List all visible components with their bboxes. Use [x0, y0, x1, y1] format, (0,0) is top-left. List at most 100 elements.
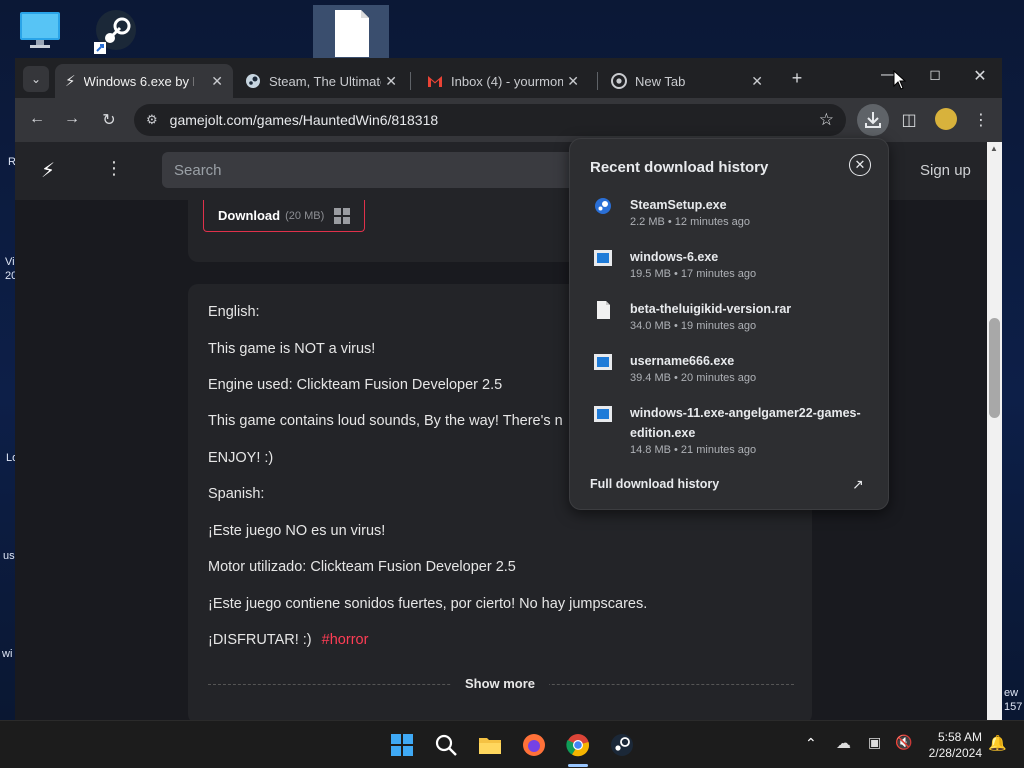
- download-size: (20 MB): [285, 209, 325, 222]
- signup-link[interactable]: Sign up: [920, 162, 971, 179]
- desktop-edge-text: 157: [1004, 701, 1023, 713]
- steam-icon[interactable]: [610, 733, 634, 757]
- steam-icon: [595, 198, 611, 214]
- download-icon: [865, 112, 881, 128]
- mouse-cursor-icon: [893, 70, 907, 90]
- close-popup-button[interactable]: ✕: [849, 154, 871, 176]
- tab-divider: [410, 72, 411, 90]
- network-icon[interactable]: ▣: [868, 734, 881, 751]
- close-icon[interactable]: ✕: [211, 73, 223, 90]
- download-filename: SteamSetup.exe: [630, 198, 727, 212]
- windows-icon: [334, 207, 351, 224]
- file-shortcut-icon[interactable]: [313, 5, 389, 59]
- firefox-icon[interactable]: [522, 733, 546, 757]
- url-text: gamejolt.com/games/HauntedWin6/818318: [169, 112, 439, 128]
- download-meta: 39.4 MB • 20 minutes ago: [630, 372, 757, 384]
- gmail-icon: [428, 76, 442, 87]
- tab-divider: [597, 72, 598, 90]
- tab-search-button[interactable]: ⌄: [23, 66, 49, 92]
- close-window-button[interactable]: ✕: [970, 66, 990, 86]
- avatar[interactable]: [935, 108, 957, 130]
- notification-bell-icon[interactable]: 🔔: [988, 734, 1007, 752]
- tab-label: Windows 6.exe by Le: [83, 73, 194, 89]
- download-filename: windows-11.exe-angelgamer22-games-editio…: [630, 406, 861, 440]
- onedrive-icon[interactable]: ☁: [836, 734, 851, 752]
- steam-shortcut-icon[interactable]: [92, 8, 140, 61]
- description-line: ¡Este juego contiene sonidos fuertes, po…: [208, 596, 648, 612]
- download-label: Download: [218, 208, 281, 223]
- downloads-button[interactable]: [857, 104, 889, 136]
- exe-window-icon: [594, 250, 612, 266]
- more-menu-icon[interactable]: ⋮: [105, 158, 123, 179]
- download-filename: username666.exe: [630, 354, 735, 368]
- menu-icon[interactable]: ⋮: [971, 110, 991, 130]
- taskbar: ⌃ ☁ ▣ 🔇 5:58 AM 2/28/2024 🔔: [0, 720, 1024, 768]
- chrome-icon: [611, 73, 627, 89]
- site-info-icon[interactable]: ⚙: [146, 112, 158, 128]
- this-pc-icon[interactable]: [18, 10, 62, 55]
- tab-label: New Tab: [635, 73, 686, 89]
- tab-steam[interactable]: Steam, The Ultimate ✕: [237, 64, 407, 98]
- chrome-icon[interactable]: [566, 733, 590, 757]
- steam-icon: [246, 74, 260, 88]
- close-icon[interactable]: ✕: [751, 73, 763, 90]
- show-more-label: Show more: [450, 676, 550, 691]
- download-item[interactable]: windows-11.exe-angelgamer22-games-editio…: [570, 403, 890, 463]
- description-line: Motor utilizado: Clickteam Fusion Develo…: [208, 559, 516, 575]
- description-text: ¡DISFRUTAR! :): [208, 632, 312, 648]
- download-filename: beta-theluigikid-version.rar: [630, 302, 792, 316]
- tab-label: Inbox (4) - yourmom: [451, 73, 563, 89]
- open-external-icon[interactable]: ↗: [852, 476, 864, 493]
- full-download-history-link[interactable]: Full download history: [590, 477, 719, 491]
- show-hidden-icons-icon[interactable]: ⌃: [805, 735, 817, 752]
- download-item[interactable]: windows-6.exe 19.5 MB • 17 minutes ago: [570, 247, 890, 287]
- download-item[interactable]: beta-theluigikid-version.rar 34.0 MB • 1…: [570, 299, 890, 339]
- start-windows-icon[interactable]: [390, 733, 414, 757]
- new-tab-button[interactable]: +: [787, 68, 807, 89]
- forward-button[interactable]: →: [62, 110, 82, 128]
- download-item[interactable]: SteamSetup.exe 2.2 MB • 12 minutes ago: [570, 195, 890, 235]
- description-line-last: ¡DISFRUTAR! :) #horror: [208, 632, 368, 648]
- address-bar[interactable]: ⚙ gamejolt.com/games/HauntedWin6/818318 …: [134, 104, 846, 136]
- clock-date: 2/28/2024: [928, 746, 982, 760]
- active-app-indicator: [568, 764, 588, 767]
- tab-strip: ⌄ ⚡ Windows 6.exe by Le ✕ Steam, The Ult…: [15, 58, 1002, 98]
- desktop-edge-text: ew: [1004, 687, 1019, 699]
- download-button[interactable]: Download (20 MB): [203, 200, 365, 232]
- back-button[interactable]: ←: [27, 110, 47, 128]
- gamejolt-icon: ⚡: [65, 73, 76, 90]
- hashtag-link[interactable]: #horror: [322, 632, 369, 648]
- page-scrollbar[interactable]: ▲: [987, 142, 1002, 720]
- search-icon[interactable]: [434, 733, 458, 757]
- close-icon[interactable]: ✕: [385, 73, 397, 90]
- site-search-input[interactable]: Search: [162, 152, 582, 188]
- tab-windows6[interactable]: ⚡ Windows 6.exe by Le ✕: [55, 64, 233, 98]
- volume-muted-icon[interactable]: 🔇: [895, 734, 912, 751]
- system-clock[interactable]: 5:58 AM 2/28/2024: [922, 729, 982, 761]
- show-more-button[interactable]: Show more: [188, 676, 812, 691]
- file-icon: [597, 301, 610, 319]
- download-meta: 2.2 MB • 12 minutes ago: [630, 216, 751, 228]
- download-filename: windows-6.exe: [630, 250, 719, 264]
- file-explorer-icon[interactable]: [478, 733, 502, 757]
- side-panel-icon[interactable]: ◫: [899, 110, 919, 130]
- reload-button[interactable]: ↻: [99, 110, 119, 130]
- tab-inbox[interactable]: Inbox (4) - yourmom ✕: [419, 64, 589, 98]
- description-line: This game is NOT a virus!: [208, 341, 376, 357]
- desktop-edge-text: wi: [2, 648, 13, 660]
- scroll-thumb[interactable]: [989, 318, 1000, 418]
- tab-new-tab[interactable]: New Tab ✕: [603, 64, 773, 98]
- browser-toolbar: ← → ↻ ⚙ gamejolt.com/games/HauntedWin6/8…: [15, 98, 1002, 142]
- gamejolt-logo-icon[interactable]: ⚡: [41, 158, 55, 183]
- download-meta: 14.8 MB • 21 minutes ago: [630, 444, 757, 456]
- download-item[interactable]: username666.exe 39.4 MB • 20 minutes ago: [570, 351, 890, 391]
- bookmark-star-icon[interactable]: ☆: [819, 110, 834, 130]
- scroll-up-icon[interactable]: ▲: [990, 144, 998, 153]
- maximize-button[interactable]: ◻: [925, 66, 945, 83]
- exe-window-icon: [594, 406, 612, 422]
- close-icon[interactable]: ✕: [567, 73, 579, 90]
- close-icon: ✕: [854, 157, 866, 172]
- description-line: Engine used: Clickteam Fusion Developer …: [208, 377, 503, 393]
- description-line: English:: [208, 304, 260, 320]
- description-line: ENJOY! :): [208, 450, 274, 466]
